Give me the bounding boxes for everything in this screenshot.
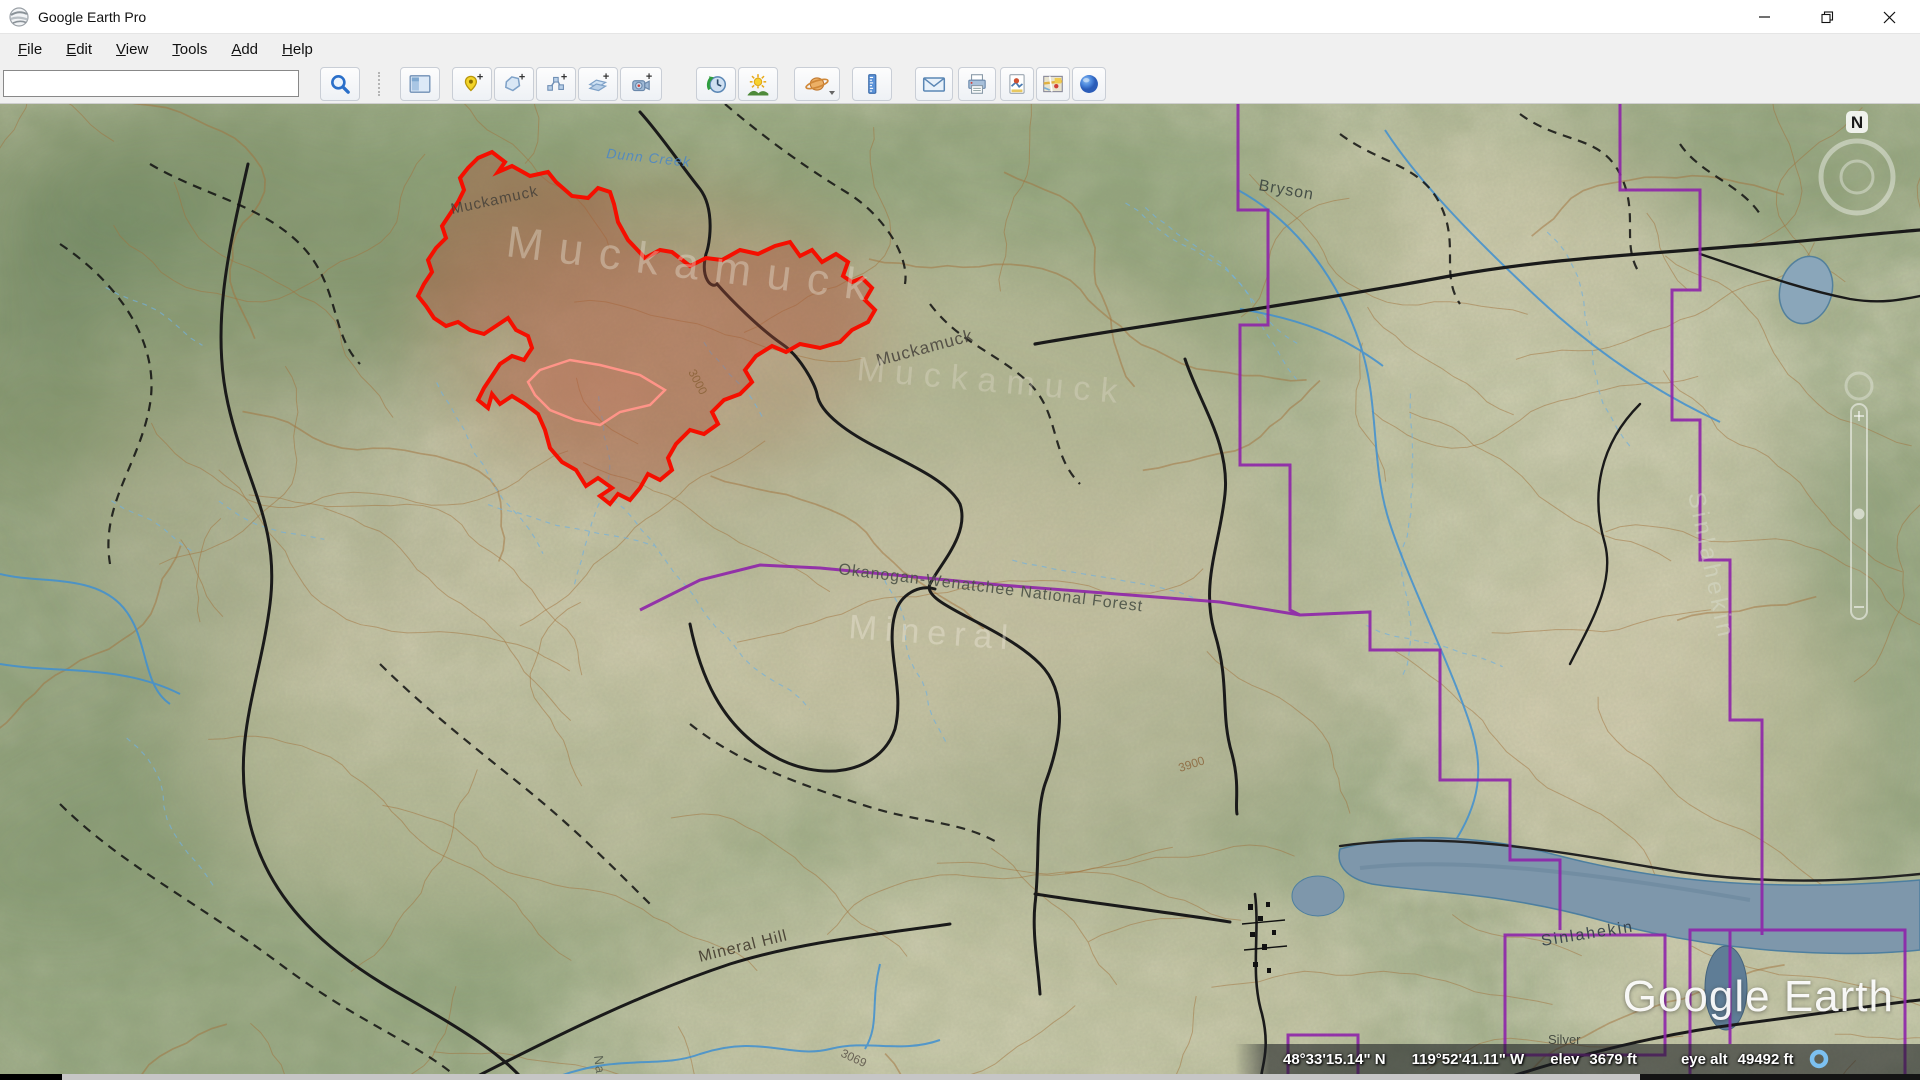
placemark-icon: + [460, 72, 484, 96]
status-eyealt-value: 49492 ft [1738, 1051, 1794, 1068]
menu-view[interactable]: View [104, 37, 160, 62]
pond-small [1705, 946, 1747, 1030]
google-maps-icon [1041, 72, 1065, 96]
search-input[interactable] [3, 70, 299, 97]
google-earth-window: Google Earth Pro File Edit View T [0, 0, 1920, 1080]
search-icon [328, 72, 352, 96]
window-title: Google Earth Pro [38, 9, 146, 25]
svg-text:+: + [561, 72, 567, 84]
ruler-icon [860, 72, 884, 96]
restore-button[interactable] [1796, 0, 1858, 34]
map-canvas[interactable]: MuckamuckMuckamuckMuckamuckMuckamuckDunn… [0, 104, 1920, 1080]
add-placemark-button[interactable]: + [452, 67, 492, 101]
record-tour-icon: + [629, 72, 653, 96]
sunlight-button[interactable] [738, 67, 778, 101]
status-elev-label: elev [1550, 1051, 1579, 1068]
status-elev-value: 3679 ft [1589, 1051, 1637, 1068]
svg-text:+: + [603, 72, 609, 83]
menu-help[interactable]: Help [270, 37, 325, 62]
planets-icon [804, 72, 830, 96]
path-icon: + [544, 72, 568, 96]
sunlight-icon [746, 72, 770, 96]
image-overlay-icon: + [586, 72, 610, 96]
email-button[interactable] [915, 67, 953, 101]
toolbar-separator [378, 72, 380, 96]
svg-text:+: + [519, 72, 525, 84]
status-latitude: 48°33'15.14" N [1283, 1051, 1386, 1068]
svg-text:+: + [646, 72, 652, 83]
menu-file[interactable]: File [6, 37, 54, 62]
streaming-progress-icon [1808, 1048, 1830, 1070]
save-image-icon [1006, 72, 1028, 96]
bottom-strip-right [1640, 1074, 1920, 1080]
menu-add[interactable]: Add [219, 37, 270, 62]
bottom-strip-left [0, 1074, 62, 1080]
ruler-button[interactable] [852, 67, 892, 101]
search-button[interactable] [320, 67, 360, 101]
historical-imagery-button[interactable] [696, 67, 736, 101]
add-path-button[interactable]: + [536, 67, 576, 101]
restore-icon [1821, 11, 1834, 24]
add-image-overlay-button[interactable]: + [578, 67, 618, 101]
historical-imagery-icon [704, 72, 728, 96]
zoom-slider-knob[interactable] [1854, 509, 1865, 520]
print-icon [965, 72, 989, 96]
menu-bar: File Edit View Tools Add Help [0, 34, 1920, 64]
close-icon [1883, 11, 1896, 24]
earth-sphere-icon [1077, 72, 1101, 96]
sidebar-icon [408, 72, 432, 96]
title-bar: Google Earth Pro [0, 0, 1920, 34]
record-tour-button[interactable]: + [620, 67, 662, 101]
earth-sphere-button[interactable] [1072, 67, 1106, 101]
minimize-icon [1759, 11, 1771, 23]
status-eyealt-label: eye alt [1681, 1051, 1728, 1068]
view-in-google-maps-button[interactable] [1036, 67, 1070, 101]
map-view[interactable]: MuckamuckMuckamuckMuckamuckMuckamuckDunn… [0, 104, 1920, 1080]
menu-tools[interactable]: Tools [160, 37, 219, 62]
compass-north-label: N [1851, 113, 1863, 132]
save-image-button[interactable] [1000, 67, 1034, 101]
status-longitude: 119°52'41.11" W [1412, 1051, 1525, 1068]
svg-text:+: + [477, 72, 483, 84]
polygon-icon: + [502, 72, 526, 96]
print-button[interactable] [958, 67, 996, 101]
close-button[interactable] [1858, 0, 1920, 34]
bottom-strip [0, 1074, 1920, 1080]
planets-button[interactable] [794, 67, 840, 101]
email-icon [921, 72, 947, 96]
toggle-sidebar-button[interactable] [400, 67, 440, 101]
toolbar: + + + + [0, 64, 1920, 104]
dropdown-arrow-icon [828, 89, 836, 97]
add-polygon-button[interactable]: + [494, 67, 534, 101]
status-bar: 48°33'15.14" N 119°52'41.11" W elev 3679… [1235, 1044, 1920, 1074]
menu-edit[interactable]: Edit [54, 37, 104, 62]
minimize-button[interactable] [1734, 0, 1796, 34]
google-earth-logo-icon [8, 6, 30, 28]
